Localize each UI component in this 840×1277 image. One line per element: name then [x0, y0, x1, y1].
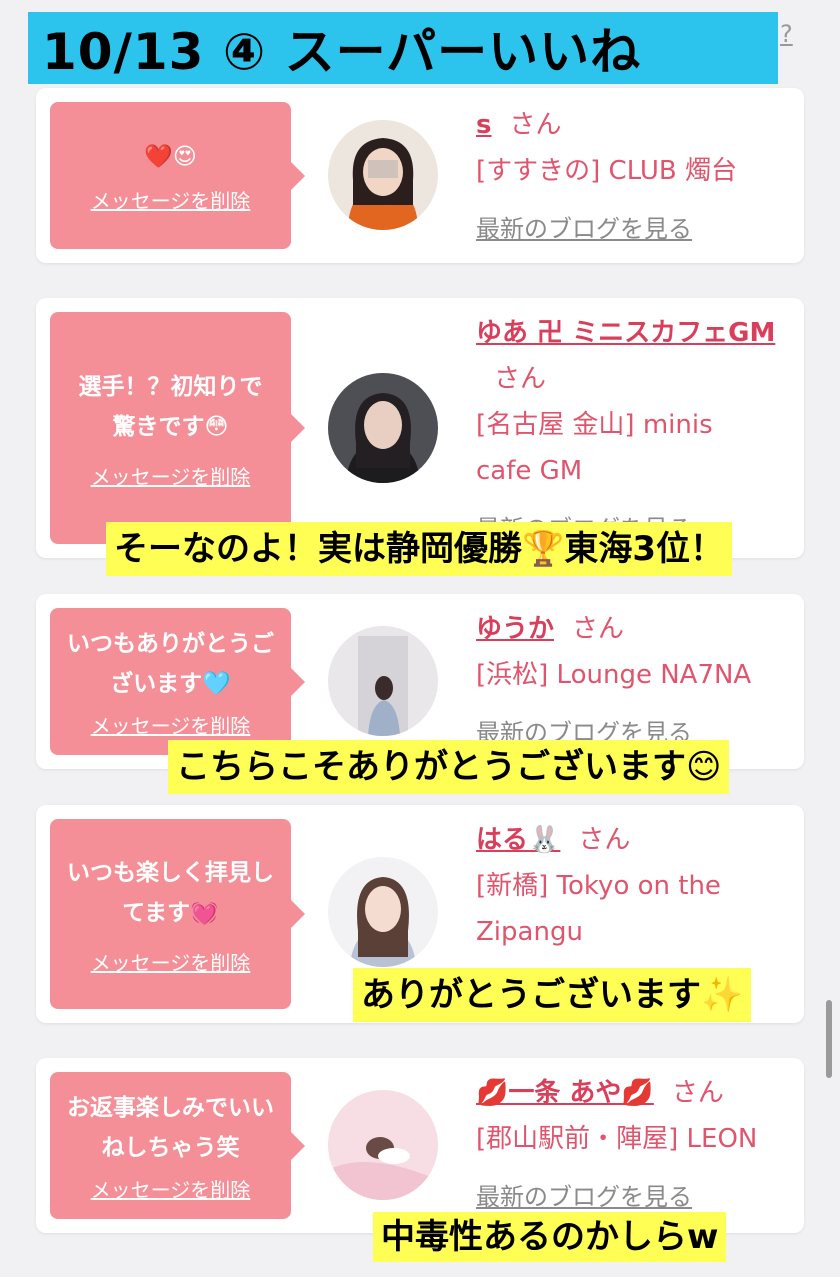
profile-name-link[interactable]: 💋一条 あや💋: [476, 1078, 654, 1108]
honorific: さん: [578, 825, 631, 855]
caption-overlay: そーなのよ！実は静岡優勝🏆東海3位！: [106, 522, 732, 576]
profile-info: 💋一条 あや💋 さん [郡山駅前・陣屋] LEON 最新のブログを見る: [476, 1070, 796, 1220]
honorific: さん: [509, 110, 562, 140]
profile-name-link[interactable]: はる🐰: [476, 825, 560, 855]
avatar[interactable]: [328, 1090, 438, 1200]
message-text: 選手！？初知りで驚きです😳: [78, 373, 263, 440]
profile-name-link[interactable]: s: [476, 110, 491, 140]
shop-name: [郡山駅前・陣屋] LEON: [476, 1124, 758, 1154]
avatar[interactable]: [328, 857, 438, 967]
delete-message-link[interactable]: メッセージを削除: [91, 710, 251, 739]
shop-name: [すすきの] CLUB 燭台: [476, 156, 738, 186]
message-bubble: いつもありがとうございます🩵 メッセージを削除: [50, 608, 305, 755]
avatar[interactable]: [328, 120, 438, 230]
message-text: ❤️😍: [144, 144, 197, 170]
caption-overlay: ありがとうございます✨: [353, 968, 752, 1022]
message-bubble: ❤️😍 メッセージを削除: [50, 102, 305, 249]
caption-overlay: こちらこそありがとうございます😊: [168, 740, 730, 794]
message-text: お返事楽しみでいいねしちゃう笑: [67, 1095, 274, 1161]
delete-message-link[interactable]: メッセージを削除: [91, 461, 251, 490]
super-like-card: ❤️😍 メッセージを削除 s さん [すすきの] CLUB 燭台 最新のブログを見…: [36, 88, 804, 263]
honorific: さん: [572, 614, 625, 644]
message-bubble: 選手！？初知りで驚きです😳 メッセージを削除: [50, 312, 305, 544]
delete-message-link[interactable]: メッセージを削除: [91, 947, 251, 976]
super-like-card: お返事楽しみでいいねしちゃう笑 メッセージを削除 💋一条 あや💋 さん [郡山駅前…: [36, 1058, 804, 1233]
honorific: さん: [671, 1078, 724, 1108]
help-link[interactable]: ?: [780, 20, 793, 48]
latest-blog-link[interactable]: 最新のブログを見る: [476, 215, 692, 243]
avatar[interactable]: [328, 373, 438, 483]
delete-message-link[interactable]: メッセージを削除: [91, 1174, 251, 1203]
profile-info: ゆあ 卍 ミニスカフェGMさん [名古屋 金山] minis cafe GM 最…: [476, 310, 776, 552]
profile-info: ゆうか さん [浜松] Lounge NA7NA 最新のブログを見る: [476, 606, 796, 756]
profile-name-link[interactable]: ゆうか: [476, 614, 554, 644]
profile-info: s さん [すすきの] CLUB 燭台 最新のブログを見る: [476, 102, 796, 252]
page-title: 10/13 ④ スーパーいいね: [42, 23, 642, 81]
shop-name: [新橋] Tokyo on the Zipangu: [476, 871, 721, 947]
profile-info: はる🐰 さん [新橋] Tokyo on the Zipangu: [476, 817, 786, 955]
honorific: さん: [494, 364, 547, 394]
super-like-card: 選手！？初知りで驚きです😳 メッセージを削除 ゆあ 卍 ミニスカフェGM さん […: [36, 298, 804, 558]
scrollbar-thumb[interactable]: [826, 1000, 832, 1078]
caption-overlay: 中毒性あるのかしらw: [373, 1212, 727, 1262]
message-bubble: いつも楽しく拝見してます💓 メッセージを削除: [50, 819, 305, 1009]
shop-name: [名古屋 金山] minis cafe GM: [476, 410, 713, 486]
message-text: いつもありがとうございます🩵: [67, 631, 274, 697]
message-bubble: お返事楽しみでいいねしちゃう笑 メッセージを削除: [50, 1072, 305, 1219]
latest-blog-link[interactable]: 最新のブログを見る: [476, 1183, 692, 1211]
avatar[interactable]: [328, 626, 438, 736]
page-title-banner: 10/13 ④ スーパーいいね: [28, 12, 778, 84]
message-text: いつも楽しく拝見してます💓: [67, 859, 274, 926]
delete-message-link[interactable]: メッセージを削除: [91, 185, 251, 214]
shop-name: [浜松] Lounge NA7NA: [476, 660, 752, 690]
profile-name-link[interactable]: ゆあ 卍 ミニスカフェGM: [476, 318, 775, 348]
